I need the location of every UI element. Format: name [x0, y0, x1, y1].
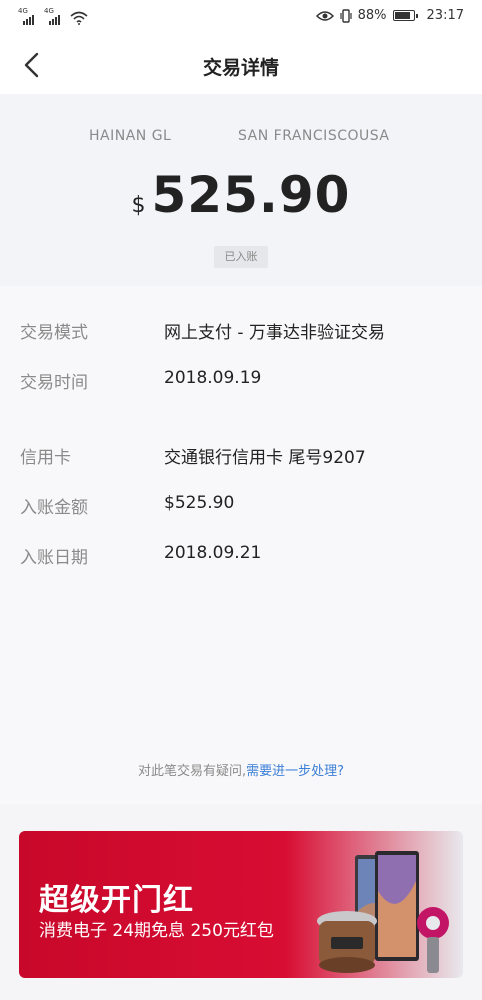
dispute-prompt: 对此笔交易有疑问,需要进一步处理?: [0, 760, 482, 779]
eye-icon: [315, 10, 334, 21]
detail-label: 入账日期: [20, 548, 88, 568]
currency-symbol: $: [131, 193, 146, 218]
detail-value: $525.90: [164, 493, 235, 513]
detail-row-posted-date: 入账日期 2018.09.21: [0, 543, 482, 573]
detail-row-posted-amount: 入账金额 $525.90: [0, 493, 482, 523]
transaction-summary: HAINAN GL SAN FRANCISCOUSA $525.90 已入账: [0, 94, 482, 286]
detail-value: 2018.09.19: [164, 368, 262, 388]
nav-bar: 交易详情: [0, 36, 482, 94]
detail-label: 入账金额: [20, 498, 88, 518]
network-type-label: 4G: [44, 7, 54, 15]
page-title: 交易详情: [202, 57, 279, 79]
status-bar: 4G 4G 88% 23:17: [0, 0, 482, 36]
dispute-text: 对此笔交易有疑问,: [137, 764, 247, 779]
banner-subtitle: 消费电子 24期免息 250元红包: [39, 921, 274, 941]
status-badge: 已入账: [214, 246, 268, 268]
amount-display: $525.90: [0, 166, 482, 224]
products-illustration: [317, 851, 449, 973]
clock: 23:17: [426, 8, 464, 23]
detail-row-time: 交易时间 2018.09.19: [0, 368, 482, 398]
battery-icon: [392, 10, 418, 21]
signal-icon: 4G: [44, 7, 64, 25]
detail-row-card: 信用卡 交通银行信用卡 尾号9207: [0, 443, 482, 473]
merchant-name: HAINAN GL: [89, 128, 172, 144]
detail-label: 交易时间: [20, 373, 88, 393]
promo-banner[interactable]: 超级开门红 消费电子 24期免息 250元红包: [19, 831, 463, 978]
detail-value: 网上支付 - 万事达非验证交易: [164, 323, 385, 343]
banner-title: 超级开门红: [39, 883, 194, 918]
dispute-link[interactable]: 需要进一步处理?: [246, 764, 344, 779]
status-right: 88% 23:17: [315, 8, 464, 23]
status-left: 4G 4G: [18, 7, 88, 25]
detail-value: 2018.09.21: [164, 543, 262, 563]
detail-row-mode: 交易模式 网上支付 - 万事达非验证交易: [0, 318, 482, 348]
wifi-icon: [70, 11, 88, 25]
detail-value: 交通银行信用卡 尾号9207: [164, 448, 366, 468]
vibrate-icon: [340, 8, 352, 23]
merchant-location: SAN FRANCISCOUSA: [238, 128, 390, 144]
network-type-label: 4G: [18, 7, 28, 15]
transaction-details: 交易模式 网上支付 - 万事达非验证交易 交易时间 2018.09.19 信用卡…: [0, 286, 482, 804]
transaction-amount: 525.90: [151, 166, 351, 224]
signal-icon: 4G: [18, 7, 38, 25]
detail-label: 信用卡: [20, 448, 71, 468]
battery-percentage: 88%: [357, 8, 387, 23]
detail-label: 交易模式: [20, 323, 88, 343]
